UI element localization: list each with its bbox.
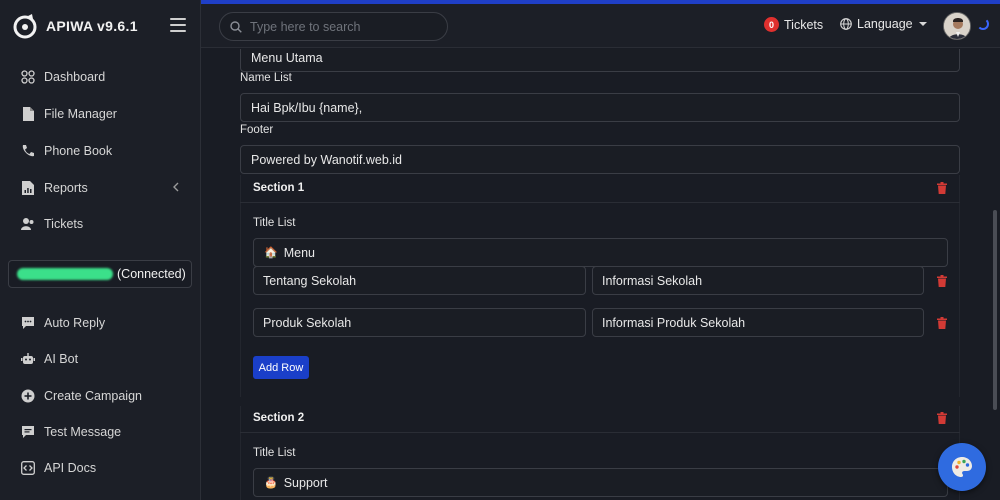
- sidebar-item-label: API Docs: [44, 461, 97, 475]
- row-1-title-field[interactable]: [253, 266, 586, 295]
- palette-icon: [952, 457, 972, 477]
- sidebar-item-file-manager[interactable]: File Manager: [0, 97, 200, 131]
- footer-input[interactable]: [251, 152, 959, 167]
- sidebar-item-create-campaign[interactable]: Create Campaign: [0, 379, 200, 413]
- tickets-link[interactable]: 0 Tickets: [764, 17, 823, 32]
- tickets-count-badge: 0: [764, 17, 779, 32]
- section-1-title: Section 1: [253, 182, 305, 194]
- scrollbar[interactable]: [993, 210, 997, 410]
- tickets-label: Tickets: [784, 17, 824, 32]
- caret-down-icon: [918, 22, 927, 26]
- brand[interactable]: APIWA v9.6.1: [12, 12, 138, 40]
- tickets-icon: [20, 216, 36, 232]
- title-list-field[interactable]: 🏠: [253, 238, 948, 267]
- row-2-description-field[interactable]: [592, 308, 924, 337]
- row-2-title-input[interactable]: [263, 315, 585, 330]
- section-divider: [240, 432, 960, 433]
- sidebar-item-label: Test Message: [44, 425, 122, 439]
- footer-field[interactable]: [240, 145, 960, 174]
- sidebar: APIWA v9.6.1 Dashboard File Manager Phon…: [0, 0, 201, 500]
- menu-input[interactable]: [251, 50, 959, 65]
- section-divider: [240, 202, 960, 203]
- name-list-label: Name List: [240, 72, 292, 84]
- title-list-label: Title List: [253, 447, 296, 459]
- sidebar-item-auto-reply[interactable]: Auto Reply: [0, 306, 200, 340]
- house-emoji-icon: 🏠: [264, 247, 278, 259]
- avatar[interactable]: [943, 12, 971, 40]
- sidebar-item-reports[interactable]: Reports: [0, 171, 200, 205]
- code-icon: [20, 460, 36, 476]
- sidebar-item-label: Tickets: [44, 217, 84, 231]
- sidebar-item-api-docs[interactable]: API Docs: [0, 451, 200, 485]
- row-1-title-input[interactable]: [263, 273, 585, 288]
- search-box[interactable]: [219, 12, 448, 41]
- sidebar-item-label: AI Bot: [44, 352, 79, 366]
- app-name: APIWA v9.6.1: [46, 18, 138, 34]
- title-list-field[interactable]: 🎂: [253, 468, 948, 497]
- row-2-title-field[interactable]: [253, 308, 586, 337]
- menu-toggle-icon[interactable]: [170, 18, 186, 32]
- search-icon: [230, 20, 242, 33]
- sidebar-item-tickets[interactable]: Tickets: [0, 207, 200, 241]
- row-1-description-field[interactable]: [592, 266, 924, 295]
- sidebar-item-phone-book[interactable]: Phone Book: [0, 134, 200, 168]
- row-2-description-input[interactable]: [602, 315, 923, 330]
- chat-icon: [20, 315, 36, 331]
- sidebar-item-ai-bot[interactable]: AI Bot: [0, 342, 200, 376]
- sidebar-item-label: Reports: [44, 181, 88, 195]
- device-selector[interactable]: (Connected): [8, 260, 192, 288]
- phone-icon: [20, 143, 36, 159]
- sidebar-item-label: Create Campaign: [44, 389, 142, 403]
- delete-section-1-icon[interactable]: [937, 182, 947, 194]
- dashboard-icon: [20, 69, 36, 85]
- message-icon: [20, 424, 36, 440]
- plus-circle-icon: [20, 388, 36, 404]
- sidebar-item-test-message[interactable]: Test Message: [0, 415, 200, 449]
- topbar: 0 Tickets Language: [201, 4, 1000, 48]
- footer-label: Footer: [240, 124, 274, 136]
- section-2-title: Section 2: [253, 412, 305, 424]
- main-content: Name List Footer Section 1 Title List 🏠 …: [201, 49, 1000, 500]
- theme-palette-button[interactable]: [938, 443, 986, 491]
- loading-spinner-icon: [977, 18, 989, 30]
- chevron-left-icon: [173, 182, 179, 192]
- redacted-device-name: [17, 268, 113, 280]
- delete-row-2-icon[interactable]: [937, 317, 947, 329]
- title-list-label: Title List: [253, 217, 296, 229]
- add-row-button[interactable]: Add Row: [253, 356, 309, 379]
- robot-icon: [20, 351, 36, 367]
- delete-row-1-icon[interactable]: [937, 275, 947, 287]
- row-1-description-input[interactable]: [602, 273, 923, 288]
- sidebar-item-label: Auto Reply: [44, 316, 106, 330]
- sidebar-item-dashboard[interactable]: Dashboard: [0, 60, 200, 94]
- sidebar-item-label: File Manager: [44, 107, 117, 121]
- menu-field[interactable]: [240, 49, 960, 72]
- name-list-input[interactable]: [251, 100, 959, 115]
- delete-section-2-icon[interactable]: [937, 412, 947, 424]
- language-label: Language: [857, 17, 913, 31]
- search-input[interactable]: [250, 19, 440, 34]
- globe-icon: [840, 18, 852, 30]
- title-list-input[interactable]: [283, 475, 884, 490]
- language-dropdown[interactable]: Language: [840, 17, 927, 31]
- logo-icon: [13, 14, 37, 39]
- device-status: (Connected): [117, 267, 186, 281]
- cake-emoji-icon: 🎂: [264, 477, 278, 489]
- title-list-input[interactable]: [283, 245, 884, 260]
- sidebar-item-label: Phone Book: [44, 144, 113, 158]
- reports-icon: [20, 180, 36, 196]
- sidebar-item-label: Dashboard: [44, 70, 106, 84]
- name-list-field[interactable]: [240, 93, 960, 122]
- file-icon: [20, 106, 36, 122]
